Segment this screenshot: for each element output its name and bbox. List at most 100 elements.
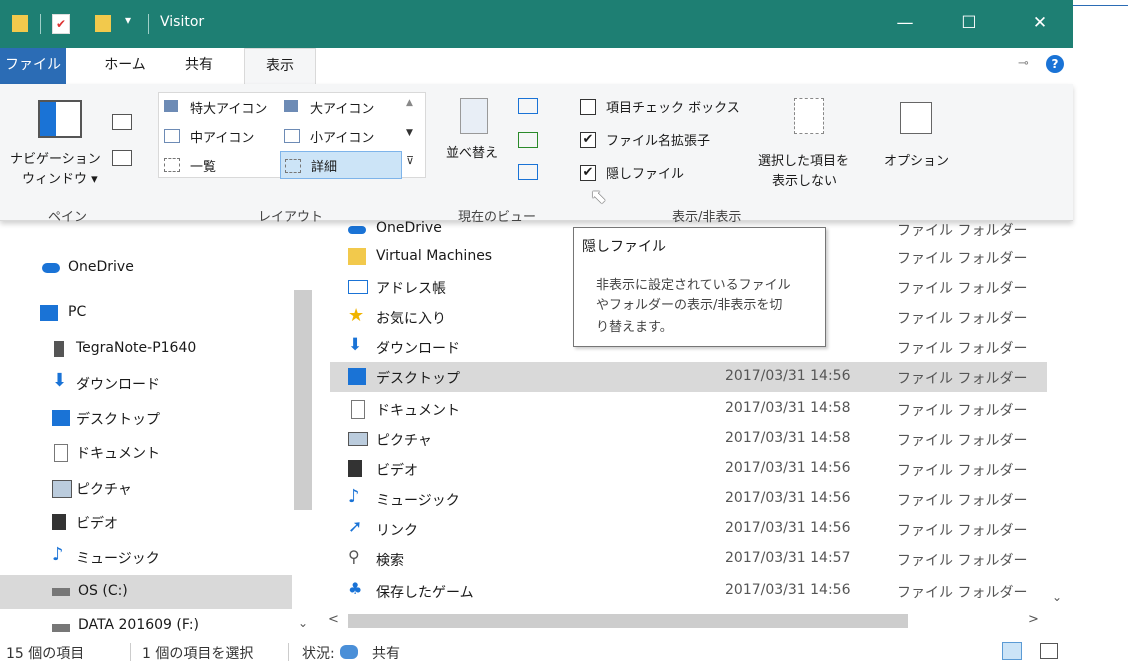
hidden-items-checkbox[interactable]: ✔ [580,165,596,181]
ribbon: ナビゲーション ウィンドウ ▾ ペイン 特大アイコン 大アイコン 中アイコン 小… [0,84,1073,225]
item-count: 15 個の項目 [6,646,85,662]
size-columns-icon[interactable] [518,164,538,180]
tab-home[interactable]: ホーム [92,48,158,84]
details-option[interactable]: 詳細 [280,151,402,179]
file-extensions-toggle[interactable]: ✔ ファイル名拡張子 [578,129,758,151]
tab-file[interactable]: ファイル [0,48,66,84]
gallery-expand-icon[interactable]: ⊽ [406,154,414,167]
list-item[interactable]: ⚲ 検索 2017/03/31 14:57 ファイル フォルダー [330,544,1047,574]
desktop-icon [348,368,366,385]
nav-item-onedrive[interactable]: OneDrive [0,251,292,285]
nav-item-tegranote[interactable]: TegraNote-P1640 [0,332,292,366]
nav-item-data-f[interactable]: DATA 201609 (F:) [0,612,292,636]
ribbon-tab-row: ファイル ホーム 共有 表示 ⊸ ? [0,48,1073,85]
file-extensions-label: ファイル名拡張子 [606,134,711,149]
window-title: Visitor [160,14,205,30]
nav-item-documents[interactable]: ドキュメント [0,435,292,469]
details-view-icon [285,159,301,173]
computer-icon [40,305,58,321]
details-view-toggle-icon[interactable] [1002,642,1022,660]
list-item[interactable]: ♪ ミュージック 2017/03/31 14:56 ファイル フォルダー [330,484,1047,514]
music-icon: ♪ [52,544,64,565]
large-icon [284,100,298,112]
list-scroll-down-icon[interactable]: ⌄ [1052,590,1062,604]
list-item[interactable]: ドキュメント 2017/03/31 14:58 ファイル フォルダー [330,394,1047,424]
maximize-button[interactable]: ☐ [944,0,994,48]
list-option[interactable]: 一覧 [162,154,278,176]
nav-item-videos[interactable]: ビデオ [0,505,292,539]
details-pane-icon[interactable] [112,150,132,166]
medium-icons-option[interactable]: 中アイコン [162,125,278,147]
gallery-scroll-up-icon[interactable]: ▲ [406,98,413,108]
extra-large-icon [164,100,178,112]
options-button[interactable]: オプション [880,92,956,192]
new-folder-icon[interactable] [95,15,111,32]
scroll-right-icon[interactable]: > [1028,612,1039,627]
sort-by-label: 並べ替え [446,146,499,161]
search-icon: ⚲ [348,547,360,566]
add-columns-icon[interactable] [518,132,538,148]
shared-users-icon [340,645,358,659]
nav-item-pictures[interactable]: ピクチャ [0,471,292,505]
nav-scrollbar-thumb[interactable] [294,290,312,510]
item-checkboxes-toggle[interactable]: 項目チェック ボックス [578,96,758,118]
quick-access-dropdown-icon[interactable]: ▾ [125,13,131,27]
tab-view[interactable]: 表示 [244,48,316,85]
nav-scroll-down-icon[interactable]: ⌄ [298,616,308,630]
picture-icon [348,432,368,446]
star-icon: ★ [348,305,365,326]
list-item[interactable]: ➚ リンク 2017/03/31 14:56 ファイル フォルダー [330,514,1047,544]
scroll-left-icon[interactable]: < [328,612,339,627]
window-edge [1073,0,1130,666]
nav-item-desktop[interactable]: デスクトップ [0,401,292,435]
tooltip-title: 隠しファイル [582,239,666,255]
nav-item-downloads[interactable]: ⬇ ダウンロード [0,366,292,400]
small-icons-option[interactable]: 小アイコン [282,125,402,147]
minimize-button[interactable]: — [880,0,930,48]
navigation-pane-button[interactable]: ナビゲーション ウィンドウ ▾ [2,90,102,196]
hidden-items-toggle[interactable]: ✔ 隠しファイル [578,162,758,184]
horizontal-scrollbar[interactable]: < > [320,612,1045,632]
tab-share[interactable]: 共有 [166,48,232,84]
close-button[interactable]: ✕ [1015,0,1065,48]
list-item[interactable]: ビデオ 2017/03/31 14:56 ファイル フォルダー [330,454,1047,484]
download-icon: ⬇ [52,370,68,391]
window-edge-line [1073,5,1128,6]
title-bar: ✔ ▾ Visitor — ☐ ✕ [0,0,1073,48]
navigation-pane-icon-left [40,102,56,136]
cloud-icon [42,263,60,273]
list-item[interactable]: ピクチャ 2017/03/31 14:58 ファイル フォルダー [330,424,1047,454]
selected-count: 1 個の項目を選択 [142,646,254,662]
extra-large-icons-option[interactable]: 特大アイコン [162,96,278,118]
download-icon: ⬇ [348,335,363,355]
help-icon[interactable]: ? [1046,55,1064,73]
horizontal-scrollbar-thumb[interactable] [348,614,908,628]
pin-ribbon-icon[interactable]: ⊸ [1018,56,1029,71]
list-item[interactable]: デスクトップ 2017/03/31 14:56 ファイル フォルダー [330,362,1047,392]
separator [148,14,149,34]
options-label: オプション [884,154,950,169]
hide-selected-button[interactable]: 選択した項目を 表示しない [758,92,870,192]
nav-item-os-c[interactable]: OS (C:) [0,575,292,609]
sort-by-button[interactable]: 並べ替え [442,92,514,192]
list-label: 一覧 [190,160,217,175]
tooltip-line-2: やフォルダーの表示/非表示を切 [596,298,783,313]
item-checkboxes-checkbox[interactable] [580,99,596,115]
file-extensions-checkbox[interactable]: ✔ [580,132,596,148]
nav-item-pc[interactable]: PC [0,296,292,330]
nav-item-music[interactable]: ♪ ミュージック [0,540,292,574]
large-icons-option[interactable]: 大アイコン [282,96,402,118]
separator [40,14,41,34]
group-by-icon[interactable] [518,98,538,114]
tooltip-line-1: 非表示に設定されているファイル [596,278,791,293]
small-icon [284,129,300,143]
gallery-scroll-down-icon[interactable]: ▼ [406,128,413,138]
picture-icon [52,480,72,498]
preview-pane-icon[interactable] [112,114,132,130]
list-item[interactable]: ♣ 保存したゲーム 2017/03/31 14:56 ファイル フォルダー [330,576,1047,606]
medium-icons-label: 中アイコン [190,131,255,146]
large-icons-view-toggle-icon[interactable] [1040,643,1058,659]
document-icon [351,400,365,419]
video-icon [348,460,362,477]
properties-icon[interactable]: ✔ [52,14,70,34]
